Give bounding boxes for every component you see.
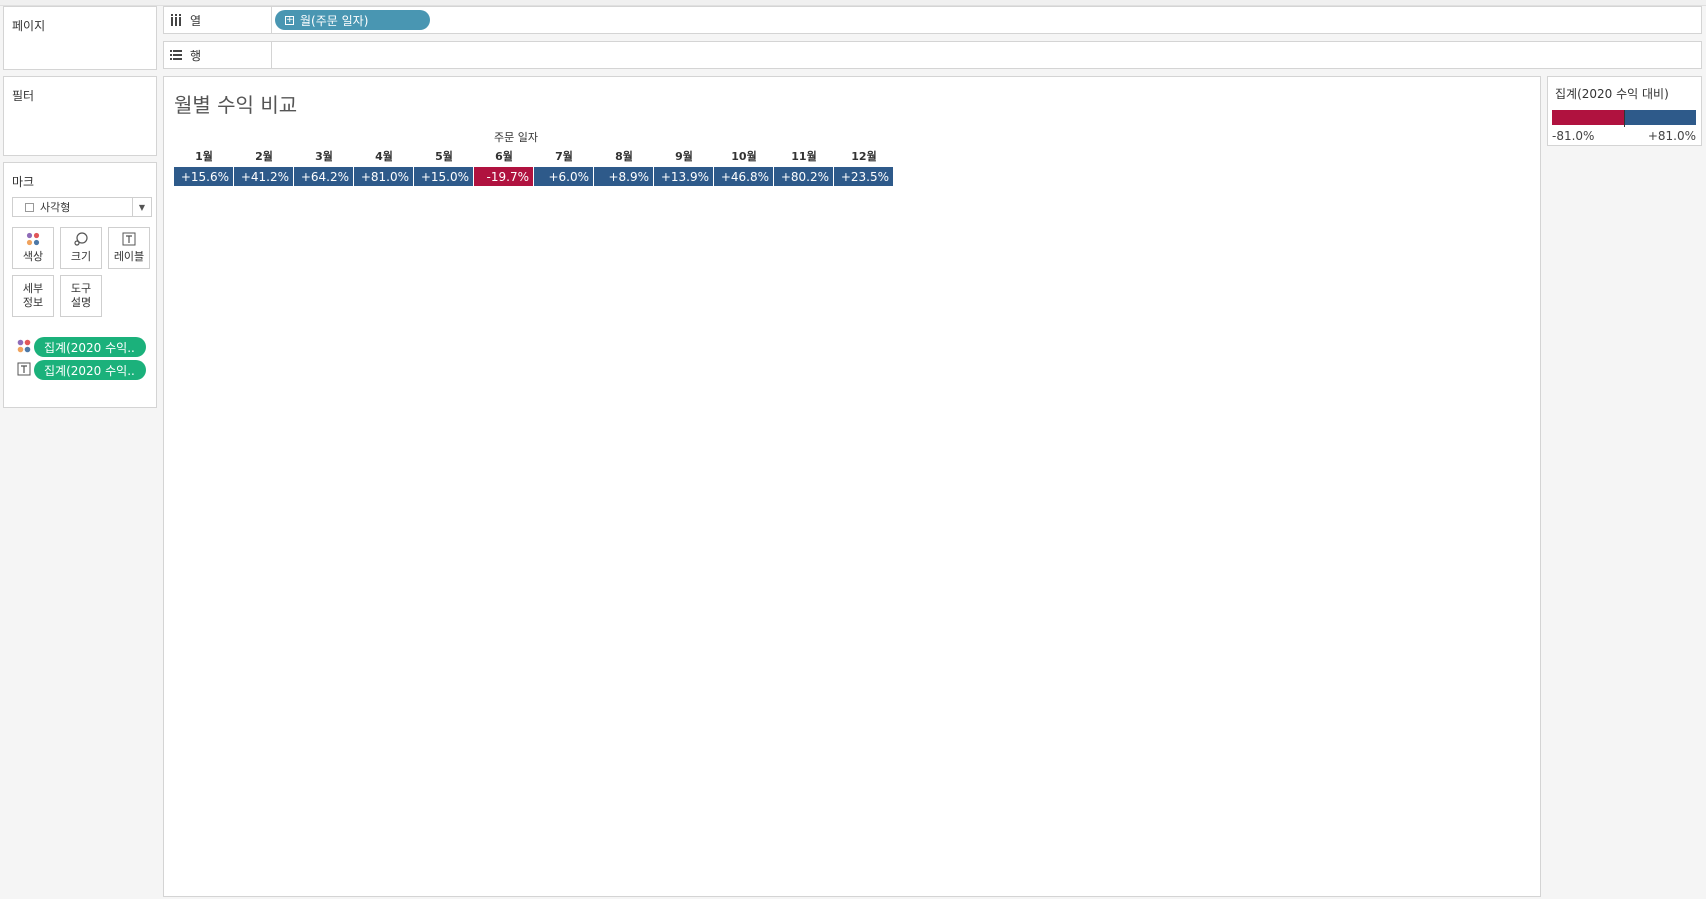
color-button[interactable]: 색상 <box>12 227 54 269</box>
detail-button-label-line1: 세부 <box>22 282 44 295</box>
legend-zero-tick <box>1624 110 1625 127</box>
heatmap-cell[interactable]: +23.5% <box>834 167 893 186</box>
heatmap-cell[interactable]: +8.9% <box>594 167 653 186</box>
size-button-label: 크기 <box>70 250 92 263</box>
heatmap-cell[interactable]: +81.0% <box>354 167 413 186</box>
expand-plus-icon[interactable]: + <box>285 15 294 25</box>
legend-min-label: -81.0% <box>1552 129 1595 143</box>
columns-shelf-label: 열 <box>164 7 272 33</box>
rows-shelf[interactable]: 행 <box>163 41 1702 69</box>
column-axis-title: 주문 일자 <box>494 131 538 144</box>
heatmap-cell[interactable]: +80.2% <box>774 167 833 186</box>
month-header: 11월 <box>791 150 817 163</box>
heatmap-cell[interactable]: +6.0% <box>534 167 593 186</box>
pages-panel-title: 페이지 <box>12 19 46 33</box>
month-header: 9월 <box>675 150 693 163</box>
legend-negative-segment <box>1552 110 1624 125</box>
tooltip-button-label-line1: 도구 <box>70 282 92 295</box>
heatmap-cell[interactable]: +13.9% <box>654 167 713 186</box>
label-field-label: 집계(2020 수익.. <box>44 363 135 378</box>
month-header: 7월 <box>555 150 573 163</box>
detail-button[interactable]: 세부 정보 <box>12 275 54 317</box>
rows-shelf-label: 행 <box>164 42 272 68</box>
heatmap-cell[interactable]: -19.7% <box>474 167 533 186</box>
heatmap-cell[interactable]: +46.8% <box>714 167 773 186</box>
view-title: 월별 수익 비교 <box>174 93 298 117</box>
legend-max-label: +81.0% <box>1647 129 1696 143</box>
mark-type-dropdown[interactable]: 사각형 ▼ <box>12 197 152 217</box>
marks-panel-title: 마크 <box>12 175 35 189</box>
legend-title: 집계(2020 수익 대비) <box>1555 87 1669 101</box>
month-header: 5월 <box>435 150 453 163</box>
columns-icon <box>171 14 181 26</box>
month-header: 3월 <box>315 150 333 163</box>
rows-icon <box>170 50 182 60</box>
month-header: 8월 <box>615 150 633 163</box>
month-header: 12월 <box>851 150 877 163</box>
label-button-label: 레이블 <box>113 250 145 263</box>
month-header: 2월 <box>255 150 273 163</box>
month-header: 4월 <box>375 150 393 163</box>
heatmap-cell[interactable]: +15.6% <box>174 167 233 186</box>
detail-button-label-line2: 정보 <box>22 296 44 309</box>
tooltip-button-label-line2: 설명 <box>70 296 92 309</box>
label-button[interactable]: 레이블 <box>108 227 150 269</box>
color-legend[interactable]: 집계(2020 수익 대비) -81.0% +81.0% <box>1547 76 1702 146</box>
month-header: 6월 <box>495 150 513 163</box>
color-button-label: 색상 <box>22 250 44 263</box>
heatmap-cell[interactable]: +41.2% <box>234 167 293 186</box>
columns-shelf-text: 열 <box>190 13 202 28</box>
month-header: 10월 <box>731 150 757 163</box>
chevron-down-icon[interactable]: ▼ <box>132 198 151 216</box>
color-dots-icon <box>17 339 31 353</box>
mark-type-label: 사각형 <box>40 201 71 214</box>
filters-panel: 필터 <box>3 76 157 156</box>
month-order-date-pill[interactable]: + 월(주문 일자) <box>275 10 430 30</box>
square-mark-icon <box>25 202 34 212</box>
size-button[interactable]: 크기 <box>60 227 102 269</box>
view-canvas[interactable]: 월별 수익 비교 주문 일자 1월 2월 3월 4월 5월 6월 7월 8월 9월 10월 11월 1… <box>163 76 1541 897</box>
filters-panel-title: 필터 <box>12 89 35 103</box>
legend-positive-segment <box>1624 110 1696 125</box>
pages-panel: 페이지 <box>3 6 157 70</box>
text-label-icon <box>122 232 136 246</box>
size-icon <box>74 232 88 246</box>
heatmap-cell[interactable]: +64.2% <box>294 167 353 186</box>
tooltip-button[interactable]: 도구 설명 <box>60 275 102 317</box>
text-label-icon <box>17 362 31 376</box>
heatmap-cell[interactable]: +15.0% <box>414 167 473 186</box>
color-field-pill[interactable]: 집계(2020 수익.. <box>34 337 146 357</box>
label-field-pill[interactable]: 집계(2020 수익.. <box>34 360 146 380</box>
rows-shelf-text: 행 <box>190 48 202 63</box>
month-order-date-pill-label: 월(주문 일자) <box>300 13 369 28</box>
columns-shelf[interactable]: 열 + 월(주문 일자) <box>163 6 1702 34</box>
color-field-label: 집계(2020 수익.. <box>44 340 135 355</box>
month-header: 1월 <box>195 150 213 163</box>
marks-panel: 마크 사각형 ▼ 색상 크기 레이블 세부 정보 도구 설명 집계(2020 수… <box>3 162 157 408</box>
color-dots-icon <box>26 232 40 246</box>
